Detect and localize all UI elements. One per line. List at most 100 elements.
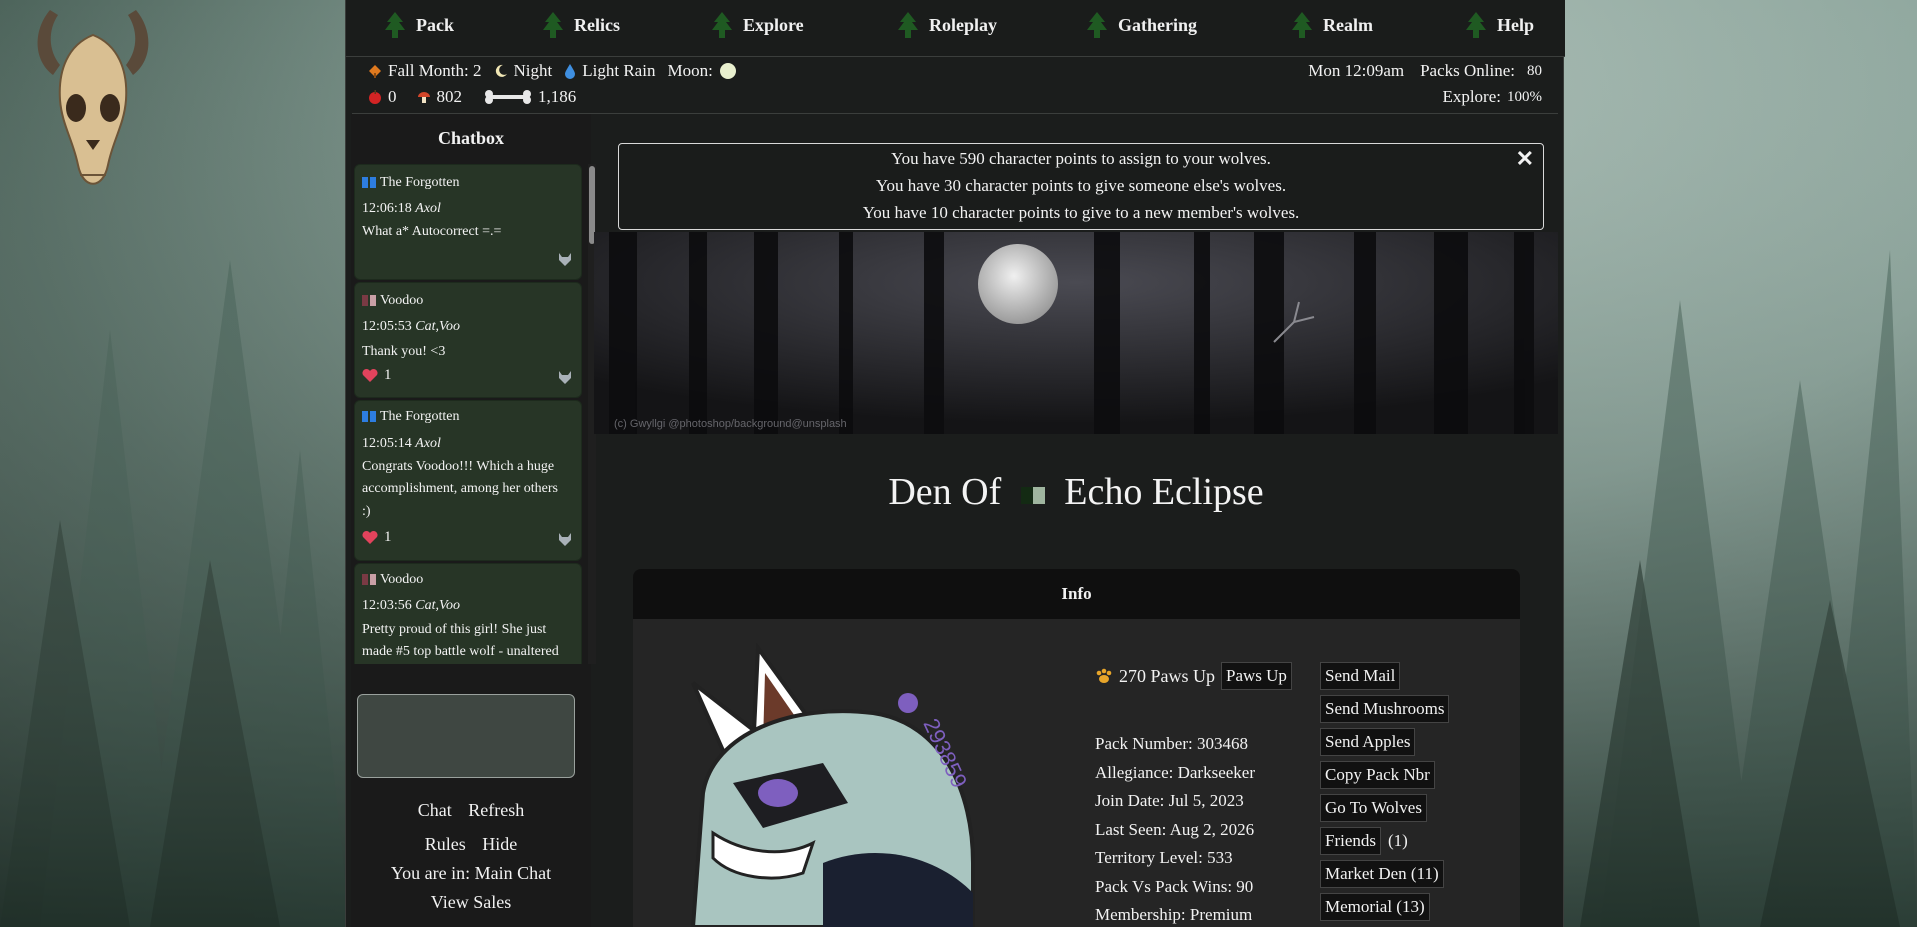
pack-flag-icon [362, 574, 376, 586]
chat-author[interactable]: Axol [415, 436, 441, 451]
chat-text: accomplishment, among her others [362, 481, 558, 496]
chat-message: Voodoo 12:05:53 Cat,Voo Thank you! <3 1 [354, 282, 582, 398]
season-text: Fall Month: 2 [388, 61, 482, 80]
pine-tree-icon [898, 12, 918, 38]
chat-pack-line[interactable]: Voodoo [362, 293, 423, 309]
nav-relics[interactable]: Relics [542, 10, 620, 40]
apple-count: 0 [388, 87, 397, 106]
nav-roleplay[interactable]: Roleplay [897, 10, 997, 40]
packs-online-count: 80 [1527, 62, 1542, 79]
nav-gathering[interactable]: Gathering [1086, 10, 1197, 40]
close-icon[interactable]: ✕ [1516, 146, 1534, 172]
wolf-icon[interactable] [557, 531, 573, 547]
currency-row: 0 802 1,186 [368, 87, 576, 107]
alert-line: You have 10 character points to give to … [862, 203, 1300, 222]
nav-label: Gathering [1118, 14, 1197, 35]
paws-up-count: 270 Paws Up [1119, 665, 1216, 686]
chat-controls-row2: Rules Hide [351, 834, 591, 855]
bone-icon [485, 90, 531, 104]
chat-pack-name: Voodoo [380, 293, 424, 308]
clock-text: Mon 12:09am [1308, 61, 1405, 80]
chat-time: 12:05:14 [362, 436, 412, 451]
memorial-button[interactable]: Memorial (13) [1320, 893, 1430, 921]
chat-meta: 12:05:53 Cat,Voo [362, 319, 460, 335]
weather-text: Light Rain [582, 61, 656, 80]
like-button[interactable]: 1 [362, 367, 392, 384]
refresh-link[interactable]: Refresh [468, 800, 524, 820]
paw-mark-icon [898, 693, 918, 713]
chat-meta: 12:06:18 Axol [362, 201, 441, 217]
chat-meta: 12:03:56 Cat,Voo [362, 598, 460, 614]
explore-label: Explore: [1442, 87, 1501, 106]
chat-text: Congrats Voodoo!!! Which a huge [362, 459, 555, 474]
chat-text: Pretty proud of this girl! She just [362, 622, 547, 637]
wolf-icon[interactable] [557, 251, 573, 267]
chat-time: 12:05:53 [362, 319, 412, 334]
info-panel: Info 293859 270 Paws Up Paws Up Pack Num… [633, 569, 1520, 927]
night-forest-image [594, 232, 1558, 434]
like-count: 1 [384, 529, 392, 545]
nav-help[interactable]: Help [1465, 10, 1534, 40]
chat-pack-line[interactable]: Voodoo [362, 572, 423, 588]
online-status: Mon 12:09am Packs Online: 80 [1308, 61, 1542, 81]
leaf-icon [369, 65, 381, 78]
chat-controls-row1: Chat Refresh [351, 800, 591, 821]
chat-text: made #5 top battle wolf - unaltered [362, 644, 559, 659]
heart-icon [362, 530, 378, 544]
chat-author[interactable]: Axol [415, 201, 441, 216]
pack-flag-icon [362, 295, 376, 307]
skull-logo[interactable] [28, 0, 158, 205]
crescent-moon-icon [495, 64, 507, 77]
nav-label: Realm [1323, 14, 1373, 35]
chat-message: The Forgotten 12:05:14 Axol Congrats Voo… [354, 400, 582, 561]
chat-link[interactable]: Chat [418, 800, 452, 820]
chat-pack-line[interactable]: The Forgotten [362, 409, 459, 425]
pack-name: Echo Eclipse [1064, 471, 1264, 513]
rules-link[interactable]: Rules [425, 834, 466, 854]
view-sales-link[interactable]: View Sales [351, 892, 591, 913]
send-mail-button[interactable]: Send Mail [1320, 662, 1401, 690]
chat-pack-name: The Forgotten [380, 175, 460, 190]
go-to-wolves-button[interactable]: Go To Wolves [1320, 794, 1427, 822]
world-status: Fall Month: 2 Night Light Rain Moon: [368, 61, 737, 81]
nav-realm[interactable]: Realm [1291, 10, 1373, 40]
mushroom-icon [417, 92, 430, 103]
chat-time: 12:06:18 [362, 201, 412, 216]
pine-tree-icon [1466, 12, 1486, 38]
paws-up-row: 270 Paws Up Paws Up [1095, 662, 1292, 690]
send-apples-button[interactable]: Send Apples [1320, 728, 1416, 756]
pine-tree-icon [543, 12, 563, 38]
chat-location: You are in: Main Chat [390, 863, 552, 883]
nav-label: Pack [416, 14, 454, 35]
friends-count: (1) [1388, 831, 1408, 850]
moon-image [978, 244, 1058, 324]
pack-number: Pack Number: 303468 [1095, 734, 1248, 753]
allegiance: Allegiance: Darkseeker [1095, 763, 1255, 782]
paws-up-button[interactable]: Paws Up [1221, 662, 1292, 690]
info-heading: Info [633, 569, 1520, 619]
chat-author[interactable]: Cat,Voo [415, 319, 460, 334]
chat-message-list[interactable]: The Forgotten 12:06:18 Axol What a* Auto… [351, 164, 591, 664]
banner-credit: (c) Gwyllgi @photoshop/background@unspla… [614, 418, 847, 430]
den-banner: (c) Gwyllgi @photoshop/background@unspla… [594, 232, 1558, 434]
mushroom-count: 802 [436, 87, 463, 106]
wolf-avatar-image: 293859 [690, 643, 975, 927]
wolf-icon[interactable] [557, 369, 573, 385]
friends-button[interactable]: Friends [1320, 827, 1381, 855]
chatbox-title: Chatbox [437, 128, 504, 148]
market-den-button[interactable]: Market Den (11) [1320, 860, 1444, 888]
chat-author[interactable]: Cat,Voo [415, 598, 460, 613]
heart-icon [362, 368, 378, 382]
copy-pack-number-button[interactable]: Copy Pack Nbr [1320, 761, 1435, 789]
nav-label: Roleplay [929, 14, 998, 35]
nav-explore[interactable]: Explore [711, 10, 804, 40]
chat-message-input[interactable] [357, 694, 575, 778]
bone-count: 1,186 [538, 87, 577, 106]
nav-pack[interactable]: Pack [384, 10, 454, 40]
chat-pack-line[interactable]: The Forgotten [362, 175, 459, 191]
territory-level: Territory Level: 533 [1095, 848, 1233, 867]
send-mushrooms-button[interactable]: Send Mushrooms [1320, 695, 1450, 723]
top-navigation: Pack Relics Explore Roleplay Gathering R… [346, 0, 1565, 57]
hide-link[interactable]: Hide [482, 834, 517, 854]
like-button[interactable]: 1 [362, 529, 392, 546]
